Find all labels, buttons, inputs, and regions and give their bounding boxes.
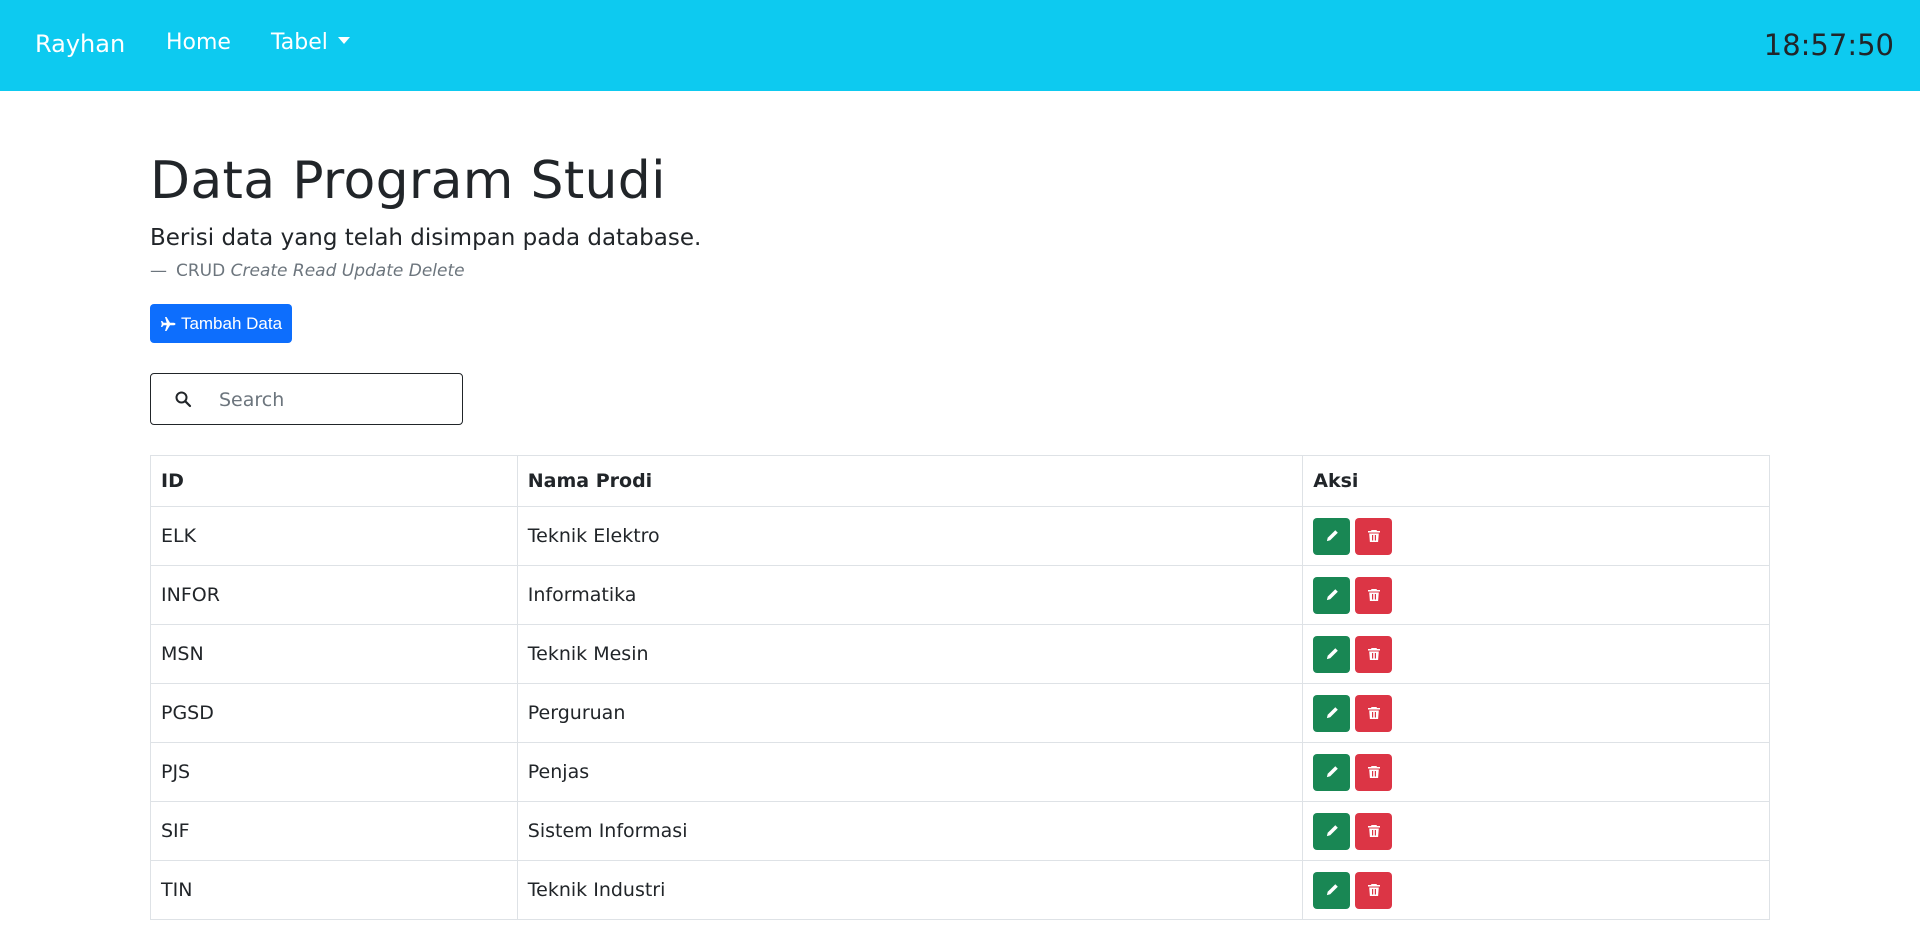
navbar: Rayhan Home Tabel 18:57:50 bbox=[0, 0, 1920, 91]
cell-nama-prodi: Perguruan bbox=[516, 683, 1304, 743]
trash-icon bbox=[1367, 589, 1380, 601]
edit-button[interactable] bbox=[1313, 517, 1351, 555]
cell-actions bbox=[1302, 860, 1770, 920]
edit-button[interactable] bbox=[1313, 635, 1351, 673]
navbar-brand[interactable]: Rayhan bbox=[35, 30, 125, 58]
table-row: SIF Sistem Informasi bbox=[150, 801, 1770, 861]
prodi-table: ID Nama Prodi Aksi ELK Teknik Elektro IN… bbox=[150, 455, 1770, 920]
page-title: Data Program Studi bbox=[150, 151, 666, 211]
column-header-nama-prodi: Nama Prodi bbox=[516, 455, 1304, 507]
trash-icon bbox=[1367, 766, 1380, 778]
column-header-aksi: Aksi bbox=[1302, 455, 1770, 507]
column-header-id: ID bbox=[150, 455, 518, 507]
pencil-icon bbox=[1326, 648, 1338, 660]
table-row: TIN Teknik Industri bbox=[150, 860, 1770, 920]
search-input[interactable] bbox=[219, 386, 449, 414]
clock: 18:57:50 bbox=[1763, 28, 1894, 62]
cell-nama-prodi: Teknik Mesin bbox=[516, 624, 1304, 684]
caret-down-icon bbox=[337, 36, 350, 44]
cell-nama-prodi: Penjas bbox=[516, 742, 1304, 802]
edit-button[interactable] bbox=[1313, 812, 1351, 850]
nav-dropdown-tabel[interactable]: Tabel bbox=[271, 30, 350, 55]
delete-button[interactable] bbox=[1355, 576, 1393, 614]
cell-id: ELK bbox=[150, 506, 518, 566]
plane-icon bbox=[160, 316, 176, 331]
cell-actions bbox=[1302, 742, 1770, 802]
table-row: ELK Teknik Elektro bbox=[150, 506, 1770, 566]
cell-nama-prodi: Teknik Industri bbox=[516, 860, 1304, 920]
footer-prefix: CRUD bbox=[176, 261, 226, 281]
cell-id: TIN bbox=[150, 860, 518, 920]
trash-icon bbox=[1367, 648, 1380, 660]
footer-cite: Create Read Update Delete bbox=[230, 261, 465, 281]
cell-actions bbox=[1302, 683, 1770, 743]
search-box[interactable] bbox=[150, 373, 463, 425]
table-row: INFOR Informatika bbox=[150, 565, 1770, 625]
trash-icon bbox=[1367, 707, 1380, 719]
delete-button[interactable] bbox=[1355, 812, 1393, 850]
cell-id: INFOR bbox=[150, 565, 518, 625]
page-lead: Berisi data yang telah disimpan pada dat… bbox=[150, 225, 702, 251]
cell-id: MSN bbox=[150, 624, 518, 684]
add-data-button[interactable]: Tambah Data bbox=[150, 304, 292, 343]
delete-button[interactable] bbox=[1355, 753, 1393, 791]
edit-button[interactable] bbox=[1313, 694, 1351, 732]
edit-button[interactable] bbox=[1313, 871, 1351, 909]
trash-icon bbox=[1367, 825, 1380, 837]
table-header-row: ID Nama Prodi Aksi bbox=[150, 455, 1770, 507]
nav-link-home[interactable]: Home bbox=[166, 30, 231, 55]
cell-nama-prodi: Informatika bbox=[516, 565, 1304, 625]
cell-nama-prodi: Teknik Elektro bbox=[516, 506, 1304, 566]
table-row: PGSD Perguruan bbox=[150, 683, 1770, 743]
delete-button[interactable] bbox=[1355, 517, 1393, 555]
footer-dash: — bbox=[150, 261, 167, 281]
pencil-icon bbox=[1326, 589, 1338, 601]
table-body: ELK Teknik Elektro INFOR Informatika MSN… bbox=[150, 506, 1770, 920]
table-row: MSN Teknik Mesin bbox=[150, 624, 1770, 684]
delete-button[interactable] bbox=[1355, 694, 1393, 732]
nav-dropdown-tabel-label: Tabel bbox=[271, 30, 328, 55]
pencil-icon bbox=[1326, 884, 1338, 896]
delete-button[interactable] bbox=[1355, 871, 1393, 909]
cell-actions bbox=[1302, 624, 1770, 684]
pencil-icon bbox=[1326, 530, 1338, 542]
cell-actions bbox=[1302, 506, 1770, 566]
pencil-icon bbox=[1326, 707, 1338, 719]
edit-button[interactable] bbox=[1313, 753, 1351, 791]
cell-actions bbox=[1302, 565, 1770, 625]
table-row: PJS Penjas bbox=[150, 742, 1770, 802]
cell-id: SIF bbox=[150, 801, 518, 861]
trash-icon bbox=[1367, 530, 1380, 542]
add-data-label: Tambah Data bbox=[180, 313, 283, 333]
search-icon bbox=[175, 391, 192, 408]
pencil-icon bbox=[1326, 825, 1338, 837]
blockquote-footer: — CRUD Create Read Update Delete bbox=[150, 261, 465, 281]
pencil-icon bbox=[1326, 766, 1338, 778]
cell-nama-prodi: Sistem Informasi bbox=[516, 801, 1304, 861]
edit-button[interactable] bbox=[1313, 576, 1351, 614]
trash-icon bbox=[1367, 884, 1380, 896]
cell-id: PJS bbox=[150, 742, 518, 802]
cell-id: PGSD bbox=[150, 683, 518, 743]
cell-actions bbox=[1302, 801, 1770, 861]
delete-button[interactable] bbox=[1355, 635, 1393, 673]
